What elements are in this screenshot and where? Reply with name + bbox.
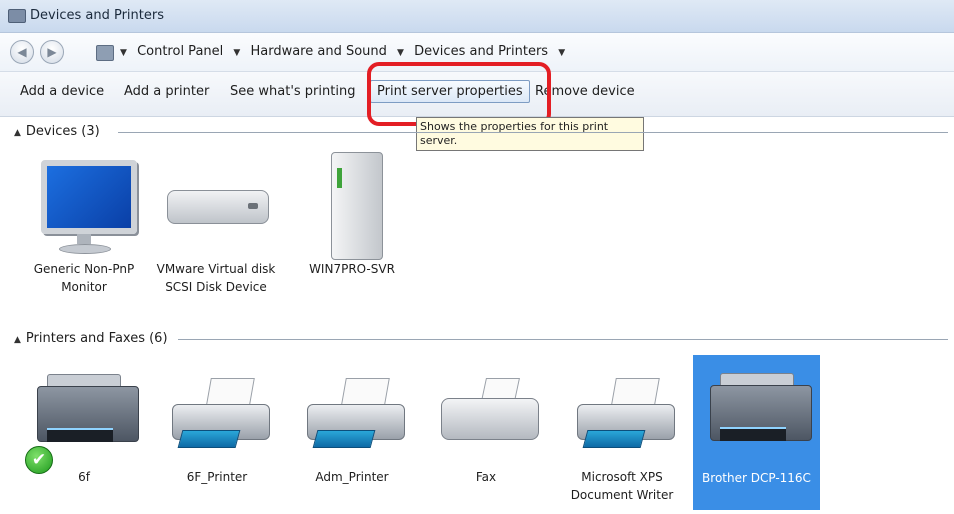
device-label: VMware Virtual disk SCSI Disk Device bbox=[156, 262, 276, 294]
breadcrumb-dropdown-icon[interactable]: ▼ bbox=[120, 48, 127, 58]
computer-tower-icon bbox=[293, 152, 411, 260]
breadcrumb-history-icon[interactable]: ▼ bbox=[558, 48, 565, 58]
device-label: WIN7PRO-SVR bbox=[309, 262, 395, 276]
devices-printers-window-icon bbox=[8, 9, 26, 23]
breadcrumb-devices-and-printers[interactable]: Devices and Printers bbox=[414, 44, 548, 59]
breadcrumb-separator-icon[interactable]: ▼ bbox=[397, 48, 404, 58]
printers-group-title: Printers and Faxes (6) bbox=[25, 331, 168, 346]
printer-icon bbox=[563, 378, 681, 468]
forward-button[interactable]: ▶ bbox=[40, 40, 64, 64]
devices-group-header[interactable]: ▲ Devices (3) bbox=[14, 124, 100, 139]
printer-item[interactable]: Microsoft XPS Document Writer bbox=[560, 378, 684, 504]
collapse-icon[interactable]: ▲ bbox=[14, 335, 21, 345]
collapse-icon[interactable]: ▲ bbox=[14, 128, 21, 138]
multifunction-printer-icon: ✔ bbox=[25, 372, 143, 474]
window-title: Devices and Printers bbox=[30, 8, 164, 23]
printer-label: Microsoft XPS Document Writer bbox=[570, 470, 674, 502]
disk-drive-icon bbox=[157, 160, 275, 260]
see-whats-printing-button[interactable]: See what's printing bbox=[230, 84, 355, 99]
back-button[interactable]: ◀ bbox=[10, 40, 34, 64]
print-server-tooltip: Shows the properties for this print serv… bbox=[416, 117, 644, 151]
control-panel-path-icon bbox=[96, 45, 114, 61]
device-label: Generic Non-PnP Monitor bbox=[33, 262, 135, 294]
monitor-icon bbox=[25, 160, 143, 260]
printer-label: 6F_Printer bbox=[186, 470, 248, 484]
title-bar: Devices and Printers bbox=[0, 0, 954, 33]
printer-label: Fax bbox=[475, 470, 497, 484]
default-printer-check-icon: ✔ bbox=[25, 446, 53, 474]
breadcrumb: ▼ Control Panel ▼ Hardware and Sound ▼ D… bbox=[120, 44, 571, 59]
device-item[interactable]: Generic Non-PnP Monitor bbox=[22, 160, 146, 296]
device-item[interactable]: VMware Virtual disk SCSI Disk Device bbox=[154, 160, 278, 296]
breadcrumb-hardware-and-sound[interactable]: Hardware and Sound bbox=[250, 44, 386, 59]
add-device-button[interactable]: Add a device bbox=[20, 84, 104, 99]
printers-group-header[interactable]: ▲ Printers and Faxes (6) bbox=[14, 331, 168, 346]
add-printer-button[interactable]: Add a printer bbox=[124, 84, 209, 99]
group-divider bbox=[118, 132, 948, 133]
multifunction-printer-icon bbox=[698, 371, 816, 479]
printer-item[interactable]: Fax bbox=[424, 378, 548, 486]
fax-icon bbox=[427, 378, 545, 468]
printer-icon bbox=[293, 378, 411, 468]
printer-item[interactable]: ✔ 6f bbox=[22, 372, 146, 486]
group-divider bbox=[178, 339, 948, 340]
device-item[interactable]: WIN7PRO-SVR bbox=[290, 152, 414, 278]
printer-item-selected[interactable]: Brother DCP-116C bbox=[693, 355, 820, 510]
devices-group-title: Devices (3) bbox=[25, 124, 100, 139]
printer-item[interactable]: 6F_Printer bbox=[155, 378, 279, 486]
printer-icon bbox=[158, 378, 276, 468]
breadcrumb-control-panel[interactable]: Control Panel bbox=[137, 44, 223, 59]
printer-label: Adm_Printer bbox=[315, 470, 389, 484]
printer-item[interactable]: Adm_Printer bbox=[290, 378, 414, 486]
breadcrumb-separator-icon[interactable]: ▼ bbox=[233, 48, 240, 58]
